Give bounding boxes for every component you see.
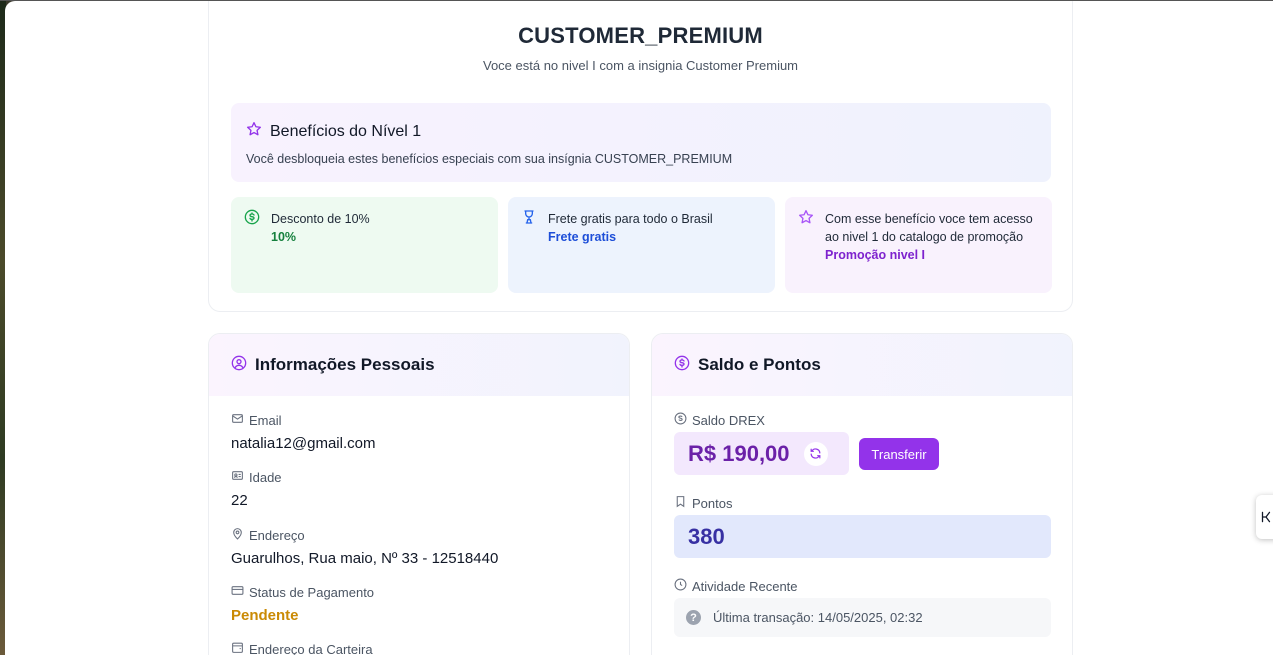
- benefit-card-promotion: Com esse benefício voce tem acesso ao ni…: [785, 197, 1052, 293]
- user-circle-icon: [231, 355, 247, 376]
- benefit-value: 10%: [271, 230, 297, 244]
- id-card-icon: [231, 469, 244, 485]
- refresh-icon: [810, 448, 821, 459]
- activity-label-row: Atividade Recente: [674, 578, 798, 594]
- age-field: Idade 22: [231, 469, 282, 510]
- wallet-address-field: Endereço da Carteira: [231, 641, 373, 655]
- star-icon: [798, 209, 814, 230]
- recent-activity-box: ? Última transação: 14/05/2025, 02:32: [674, 598, 1051, 637]
- wallet-address-label: Endereço da Carteira: [249, 641, 373, 655]
- address-label: Endereço: [249, 527, 305, 543]
- email-field: Email natalia12@gmail.com: [231, 412, 376, 453]
- dollar-circle-icon: [674, 355, 690, 376]
- drex-label-row: Saldo DREX: [674, 412, 765, 428]
- credit-card-icon: [231, 584, 244, 600]
- email-label: Email: [249, 412, 282, 428]
- benefit-value: Promoção nivel I: [825, 248, 926, 262]
- address-field: Endereço Guarulhos, Rua maio, Nº 33 - 12…: [231, 527, 499, 568]
- benefit-text: Desconto de 10%: [271, 212, 370, 226]
- drex-balance-value: R$ 190,00: [688, 440, 790, 466]
- payment-status-field: Status de Pagamento Pendente: [231, 584, 375, 625]
- personal-info-header: Informações Pessoais: [209, 334, 629, 396]
- clock-icon: [674, 578, 687, 594]
- email-value: natalia12@gmail.com: [231, 435, 376, 452]
- balance-title: Saldo e Pontos: [698, 355, 821, 374]
- drex-balance-box: R$ 190,00: [674, 432, 849, 475]
- share-icon: [1261, 511, 1271, 523]
- age-value: 22: [231, 492, 248, 509]
- address-value: Guarulhos, Rua maio, Nº 33 - 12518440: [231, 550, 499, 567]
- dollar-circle-icon: [244, 209, 260, 230]
- points-label: Pontos: [692, 495, 733, 511]
- trophy-icon: [521, 209, 537, 230]
- benefits-heading: Benefícios do Nível 1: [246, 121, 421, 142]
- benefit-card-shipping: Frete gratis para todo o Brasil Frete gr…: [508, 197, 775, 293]
- activity-label: Atividade Recente: [692, 578, 798, 594]
- benefit-value: Frete gratis: [548, 230, 617, 244]
- badge-title: CUSTOMER_PREMIUM: [518, 23, 763, 48]
- recent-activity-text: Última transação: 14/05/2025, 02:32: [713, 610, 923, 625]
- points-label-row: Pontos: [674, 495, 732, 511]
- refresh-button[interactable]: [803, 441, 828, 466]
- badge-card: CUSTOMER_PREMIUM Voce está no nivel I co…: [208, 1, 1073, 312]
- bookmark-icon: [674, 495, 687, 511]
- transfer-button[interactable]: Transferir: [859, 438, 939, 470]
- payment-status-label: Status de Pagamento: [249, 584, 375, 600]
- benefit-card-discount: Desconto de 10% 10%: [231, 197, 498, 293]
- browser-window: CUSTOMER_PREMIUM Voce está no nivel I co…: [5, 1, 1273, 655]
- benefits-description: Você desbloqueia estes benefícios especi…: [246, 152, 733, 166]
- balance-header: Saldo e Pontos: [652, 334, 1072, 396]
- payment-status-value: Pendente: [231, 607, 299, 624]
- side-widget-tab[interactable]: [1256, 495, 1273, 539]
- personal-info-title: Informações Pessoais: [255, 355, 435, 374]
- balance-panel: Saldo e Pontos Saldo DREX R$ 190,00 Tran…: [651, 333, 1073, 655]
- benefits-summary: Benefícios do Nível 1 Você desbloqueia e…: [231, 103, 1051, 182]
- benefits-heading-text: Benefícios do Nível 1: [270, 122, 422, 140]
- wallet-icon: [231, 641, 244, 655]
- personal-info-panel: Informações Pessoais Email natalia12@gma…: [208, 333, 630, 655]
- badge-subtitle: Voce está no nivel I com a insignia Cust…: [482, 58, 799, 73]
- drex-label: Saldo DREX: [692, 412, 765, 428]
- benefit-text: Com esse benefício voce tem acesso ao ni…: [825, 212, 1033, 244]
- mail-icon: [231, 412, 244, 428]
- points-value: 380: [674, 515, 1051, 558]
- age-label: Idade: [249, 469, 282, 485]
- help-icon: ?: [686, 610, 701, 625]
- dollar-circle-icon: [674, 412, 687, 428]
- benefit-text: Frete gratis para todo o Brasil: [548, 212, 713, 226]
- map-pin-icon: [231, 527, 244, 543]
- star-icon: [246, 121, 262, 142]
